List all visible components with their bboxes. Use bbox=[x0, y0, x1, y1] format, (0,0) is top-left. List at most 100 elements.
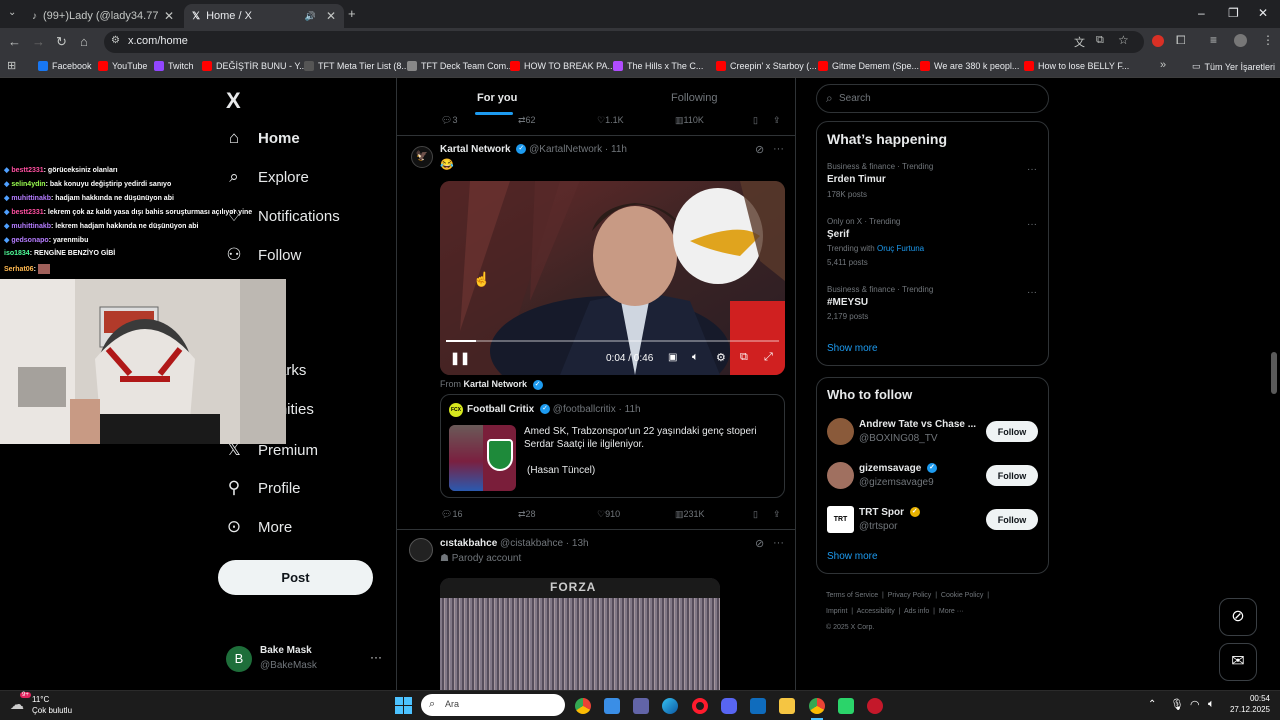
like-button[interactable]: ♡ 1.1K bbox=[597, 115, 624, 126]
media-player-icon[interactable] bbox=[867, 698, 883, 714]
chevron-up-icon[interactable]: ⌃ bbox=[1148, 699, 1156, 710]
reload-icon[interactable]: ↻ bbox=[56, 34, 67, 50]
back-icon[interactable]: ← bbox=[8, 34, 21, 50]
repost-button[interactable]: ⇄ 28 bbox=[518, 509, 536, 520]
forward-icon[interactable]: → bbox=[32, 34, 45, 50]
follow-suggestion[interactable]: TRT TRT Spor ✓ @trtspor Follow bbox=[817, 504, 1050, 538]
footer-link[interactable]: Ads info bbox=[904, 608, 929, 615]
follow-button[interactable]: Follow bbox=[986, 509, 1038, 530]
tweet[interactable]: cıstakbahce @cistakbahce · 13h ⊘ ··· ☗ P… bbox=[397, 530, 795, 690]
star-icon[interactable]: ☆ bbox=[1118, 33, 1129, 47]
tab-following[interactable]: Following bbox=[671, 92, 717, 104]
fullscreen-icon[interactable]: ⤢ bbox=[764, 351, 773, 364]
footer-link[interactable]: More ··· bbox=[939, 608, 964, 615]
bookmark-twitch[interactable]: Twitch bbox=[154, 61, 194, 71]
more-icon[interactable]: ··· bbox=[773, 143, 784, 155]
tweet-time[interactable]: 11h bbox=[611, 144, 627, 155]
grok-button[interactable]: ⊘ bbox=[1219, 598, 1257, 636]
weather-widget[interactable]: ☁ 9+ 11°C Çok bulutlu bbox=[10, 692, 100, 718]
show-more-link[interactable]: Show more bbox=[827, 343, 878, 354]
tweet[interactable]: 🦅 Kartal Network ✓ @KartalNetwork · 11h … bbox=[397, 136, 795, 529]
chevron-right-icon[interactable]: » bbox=[1160, 59, 1166, 71]
nav-more[interactable]: ⊙ More bbox=[224, 517, 292, 537]
trend-item[interactable]: Business & finance · Trending #MEYSU 2,1… bbox=[817, 283, 1050, 325]
trend-item[interactable]: Only on X · Trending Şerif Trending with… bbox=[817, 215, 1050, 271]
more-icon[interactable]: ··· bbox=[1027, 219, 1037, 230]
close-window-button[interactable]: ✕ bbox=[1258, 6, 1268, 20]
puzzle-icon[interactable]: ⧠ bbox=[1176, 33, 1186, 48]
more-icon[interactable]: ··· bbox=[1027, 287, 1037, 298]
volume-icon[interactable]: 🔈︎ bbox=[692, 351, 699, 364]
chrome-icon[interactable] bbox=[575, 698, 591, 714]
nav-profile[interactable]: ⚲ Profile bbox=[224, 478, 301, 498]
taskbar-search[interactable]: ⌕ Ara bbox=[421, 694, 565, 716]
bookmark-tft-meta[interactable]: TFT Meta Tier List (8... bbox=[304, 61, 409, 71]
account-switcher[interactable]: B Bake Mask @BakeMask ··· bbox=[226, 644, 386, 674]
bookmark-380k[interactable]: We are 380 k peopl... bbox=[920, 61, 1019, 71]
settings-icon[interactable]: ⚙ bbox=[716, 351, 726, 364]
app-icon[interactable] bbox=[838, 698, 854, 714]
pause-icon[interactable]: ❚❚ bbox=[450, 351, 470, 365]
edge-icon[interactable] bbox=[662, 698, 678, 714]
restore-button[interactable]: ❐ bbox=[1228, 6, 1239, 20]
home-icon[interactable]: ⌂ bbox=[80, 34, 88, 50]
share-icon[interactable]: ⇪ bbox=[773, 115, 781, 126]
trend-item[interactable]: Business & finance · Trending Erden Timu… bbox=[817, 160, 1050, 202]
address-bar[interactable]: ⚙ x.com/home 文 ⧉ ☆ bbox=[104, 31, 1144, 53]
opera-icon[interactable] bbox=[692, 698, 708, 714]
more-icon[interactable]: ··· bbox=[1027, 164, 1037, 175]
nav-home[interactable]: ⌂ Home bbox=[224, 128, 300, 148]
bookmark-hills[interactable]: The Hills x The C... bbox=[613, 61, 703, 71]
speaker-icon[interactable]: 🔊 bbox=[305, 11, 316, 22]
search-box[interactable]: ⌕ Search bbox=[816, 84, 1049, 113]
site-info-icon[interactable]: ⚙ bbox=[111, 35, 120, 46]
bookmark-facebook[interactable]: Facebook bbox=[38, 61, 92, 71]
translate-icon[interactable]: 文 bbox=[1074, 34, 1085, 50]
tab-tiktok[interactable]: ♪ (99+)Lady (@lady34.777) | TikTok ✕ bbox=[24, 4, 182, 28]
author-name[interactable]: cıstakbahce bbox=[440, 538, 497, 549]
file-explorer-icon[interactable] bbox=[779, 698, 795, 714]
video-player[interactable]: ❚❚ 0:04 / 0:46 ▣ 🔈︎ ⚙ ⧉ ⤢ bbox=[440, 181, 785, 375]
discord-icon[interactable] bbox=[721, 698, 737, 714]
pip-icon[interactable]: ⧉ bbox=[740, 351, 748, 364]
minimize-button[interactable]: – bbox=[1198, 6, 1205, 20]
grok-icon[interactable]: ⊘ bbox=[755, 537, 764, 550]
more-icon[interactable]: ··· bbox=[370, 650, 382, 664]
views-button[interactable]: ▥ 110K bbox=[675, 115, 704, 126]
bookmark-youtube-3[interactable]: HOW TO BREAK PA... bbox=[510, 61, 615, 71]
all-bookmarks[interactable]: ▭ Tüm Yer İşaretleri bbox=[1192, 61, 1275, 72]
wifi-icon[interactable]: ◠ bbox=[1190, 698, 1200, 711]
tab-x-home[interactable]: 𝕏 Home / X 🔊 ✕ bbox=[184, 4, 344, 28]
bookmark-tft-deck[interactable]: TFT Deck Team Com... bbox=[407, 61, 514, 71]
new-tab-button[interactable]: + bbox=[348, 6, 356, 21]
show-more-link[interactable]: Show more bbox=[827, 551, 878, 562]
tab-search-icon[interactable]: ⌄ bbox=[8, 7, 16, 18]
author-name[interactable]: Kartal Network bbox=[440, 144, 511, 155]
tweet-image[interactable]: FORZA bbox=[440, 578, 720, 690]
mail-icon[interactable] bbox=[750, 698, 766, 714]
close-icon[interactable]: ✕ bbox=[164, 9, 174, 23]
bookmark-youtube[interactable]: YouTube bbox=[98, 61, 147, 71]
bookmark-belly[interactable]: How to lose BELLY F... bbox=[1024, 61, 1129, 71]
footer-link[interactable]: Privacy Policy bbox=[888, 592, 932, 599]
follow-suggestion[interactable]: gizemsavage ✓ @gizemsavage9 Follow bbox=[817, 460, 1050, 494]
install-icon[interactable]: ⧉ bbox=[1096, 34, 1104, 47]
bookmark-creepin[interactable]: Creepin' x Starboy (... bbox=[716, 61, 817, 71]
extension-icon[interactable] bbox=[1152, 35, 1164, 47]
author-handle[interactable]: @cistakbahce bbox=[500, 538, 563, 549]
follow-button[interactable]: Follow bbox=[986, 421, 1038, 442]
trending-with-link[interactable]: Oruç Furtuna bbox=[877, 244, 924, 253]
store-icon[interactable] bbox=[604, 698, 620, 714]
bookmark-gitme[interactable]: Gitme Demem (Spe... bbox=[818, 61, 919, 71]
x-logo[interactable]: X bbox=[226, 88, 241, 114]
bookmark-icon[interactable]: ▯ bbox=[753, 115, 758, 126]
video-progress-track[interactable] bbox=[446, 340, 779, 342]
profile-avatar[interactable] bbox=[1234, 34, 1247, 47]
views-button[interactable]: ▥ 231K bbox=[675, 509, 705, 520]
author-handle[interactable]: @KartalNetwork bbox=[529, 144, 602, 155]
teams-icon[interactable] bbox=[633, 698, 649, 714]
captions-icon[interactable]: ▣ bbox=[668, 352, 677, 363]
post-button[interactable]: Post bbox=[218, 560, 373, 595]
reply-button[interactable]: 💬︎ 3 bbox=[441, 115, 457, 126]
footer-link[interactable]: Terms of Service bbox=[826, 592, 878, 599]
